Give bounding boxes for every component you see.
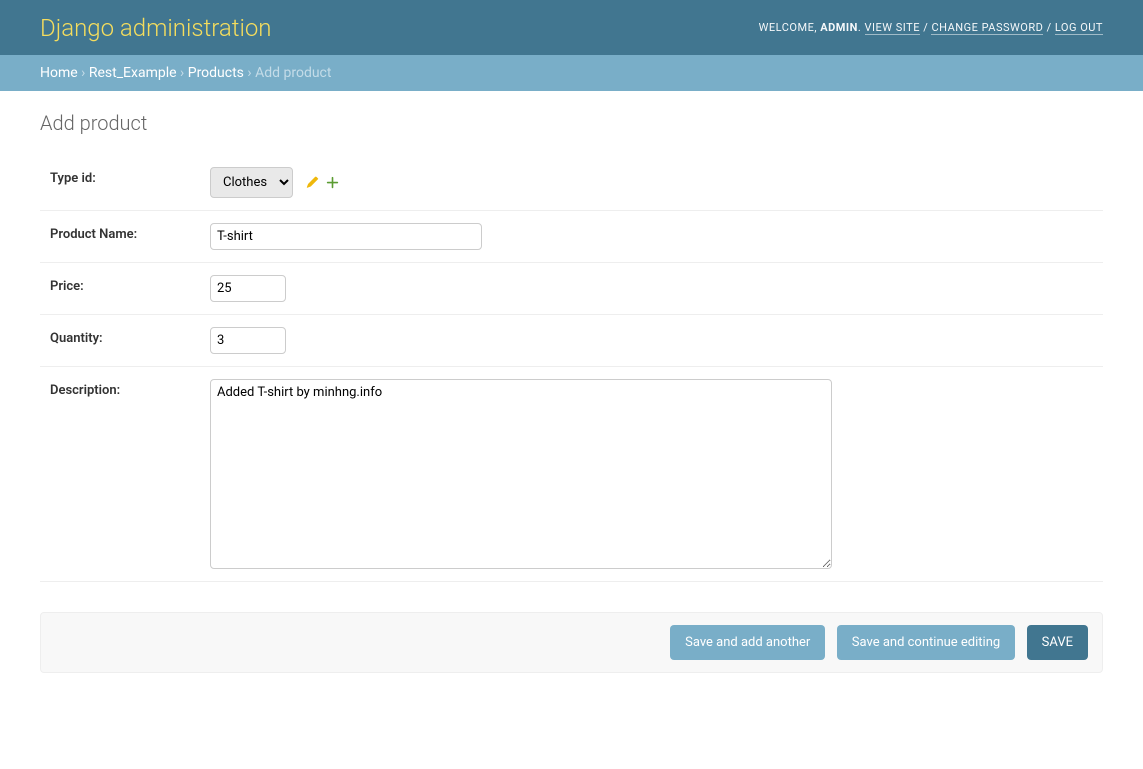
breadcrumb-app[interactable]: Rest_Example [89,65,177,81]
site-title[interactable]: Django administration [40,14,272,42]
breadcrumb-current: Add product [255,65,331,81]
breadcrumb: Home › Rest_Example › Products › Add pro… [0,55,1143,91]
form-row-description: Description: [40,367,1103,582]
logout-link[interactable]: LOG OUT [1055,21,1103,35]
change-password-link[interactable]: CHANGE PASSWORD [931,21,1043,35]
price-input[interactable] [210,275,286,302]
form-row-quantity: Quantity: [40,315,1103,367]
header: Django administration WELCOME, ADMIN. VI… [0,0,1143,55]
welcome-text: WELCOME, [759,21,817,34]
breadcrumb-sep: › [180,65,184,81]
quantity-input[interactable] [210,327,286,354]
separator: / [1047,21,1052,34]
user-name: ADMIN [820,21,858,34]
save-button[interactable]: SAVE [1027,625,1088,660]
price-label: Price: [50,275,210,294]
page-title: Add product [40,111,1103,135]
form-row-price: Price: [40,263,1103,315]
form-module: Type id: Clothes Product Name: [40,155,1103,582]
description-textarea[interactable] [210,379,832,569]
form-row-product-name: Product Name: [40,211,1103,263]
user-tools: WELCOME, ADMIN. VIEW SITE / CHANGE PASSW… [759,21,1103,34]
content: Add product Type id: Clothes Product [0,91,1143,693]
pencil-icon[interactable] [305,176,319,190]
separator: / [923,21,928,34]
view-site-link[interactable]: VIEW SITE [865,21,920,35]
type-id-label: Type id: [50,167,210,186]
type-id-select[interactable]: Clothes [210,167,293,198]
breadcrumb-sep: › [247,65,251,81]
breadcrumb-model[interactable]: Products [188,65,244,81]
product-name-label: Product Name: [50,223,210,242]
branding: Django administration [40,14,272,42]
breadcrumb-sep: › [81,65,85,81]
form-row-type-id: Type id: Clothes [40,155,1103,211]
description-label: Description: [50,379,210,398]
product-name-input[interactable] [210,223,482,250]
save-continue-button[interactable]: Save and continue editing [837,625,1015,660]
plus-icon[interactable] [325,176,339,190]
breadcrumb-home[interactable]: Home [40,65,78,81]
save-add-another-button[interactable]: Save and add another [670,625,825,660]
quantity-label: Quantity: [50,327,210,346]
submit-row: Save and add another Save and continue e… [40,612,1103,673]
